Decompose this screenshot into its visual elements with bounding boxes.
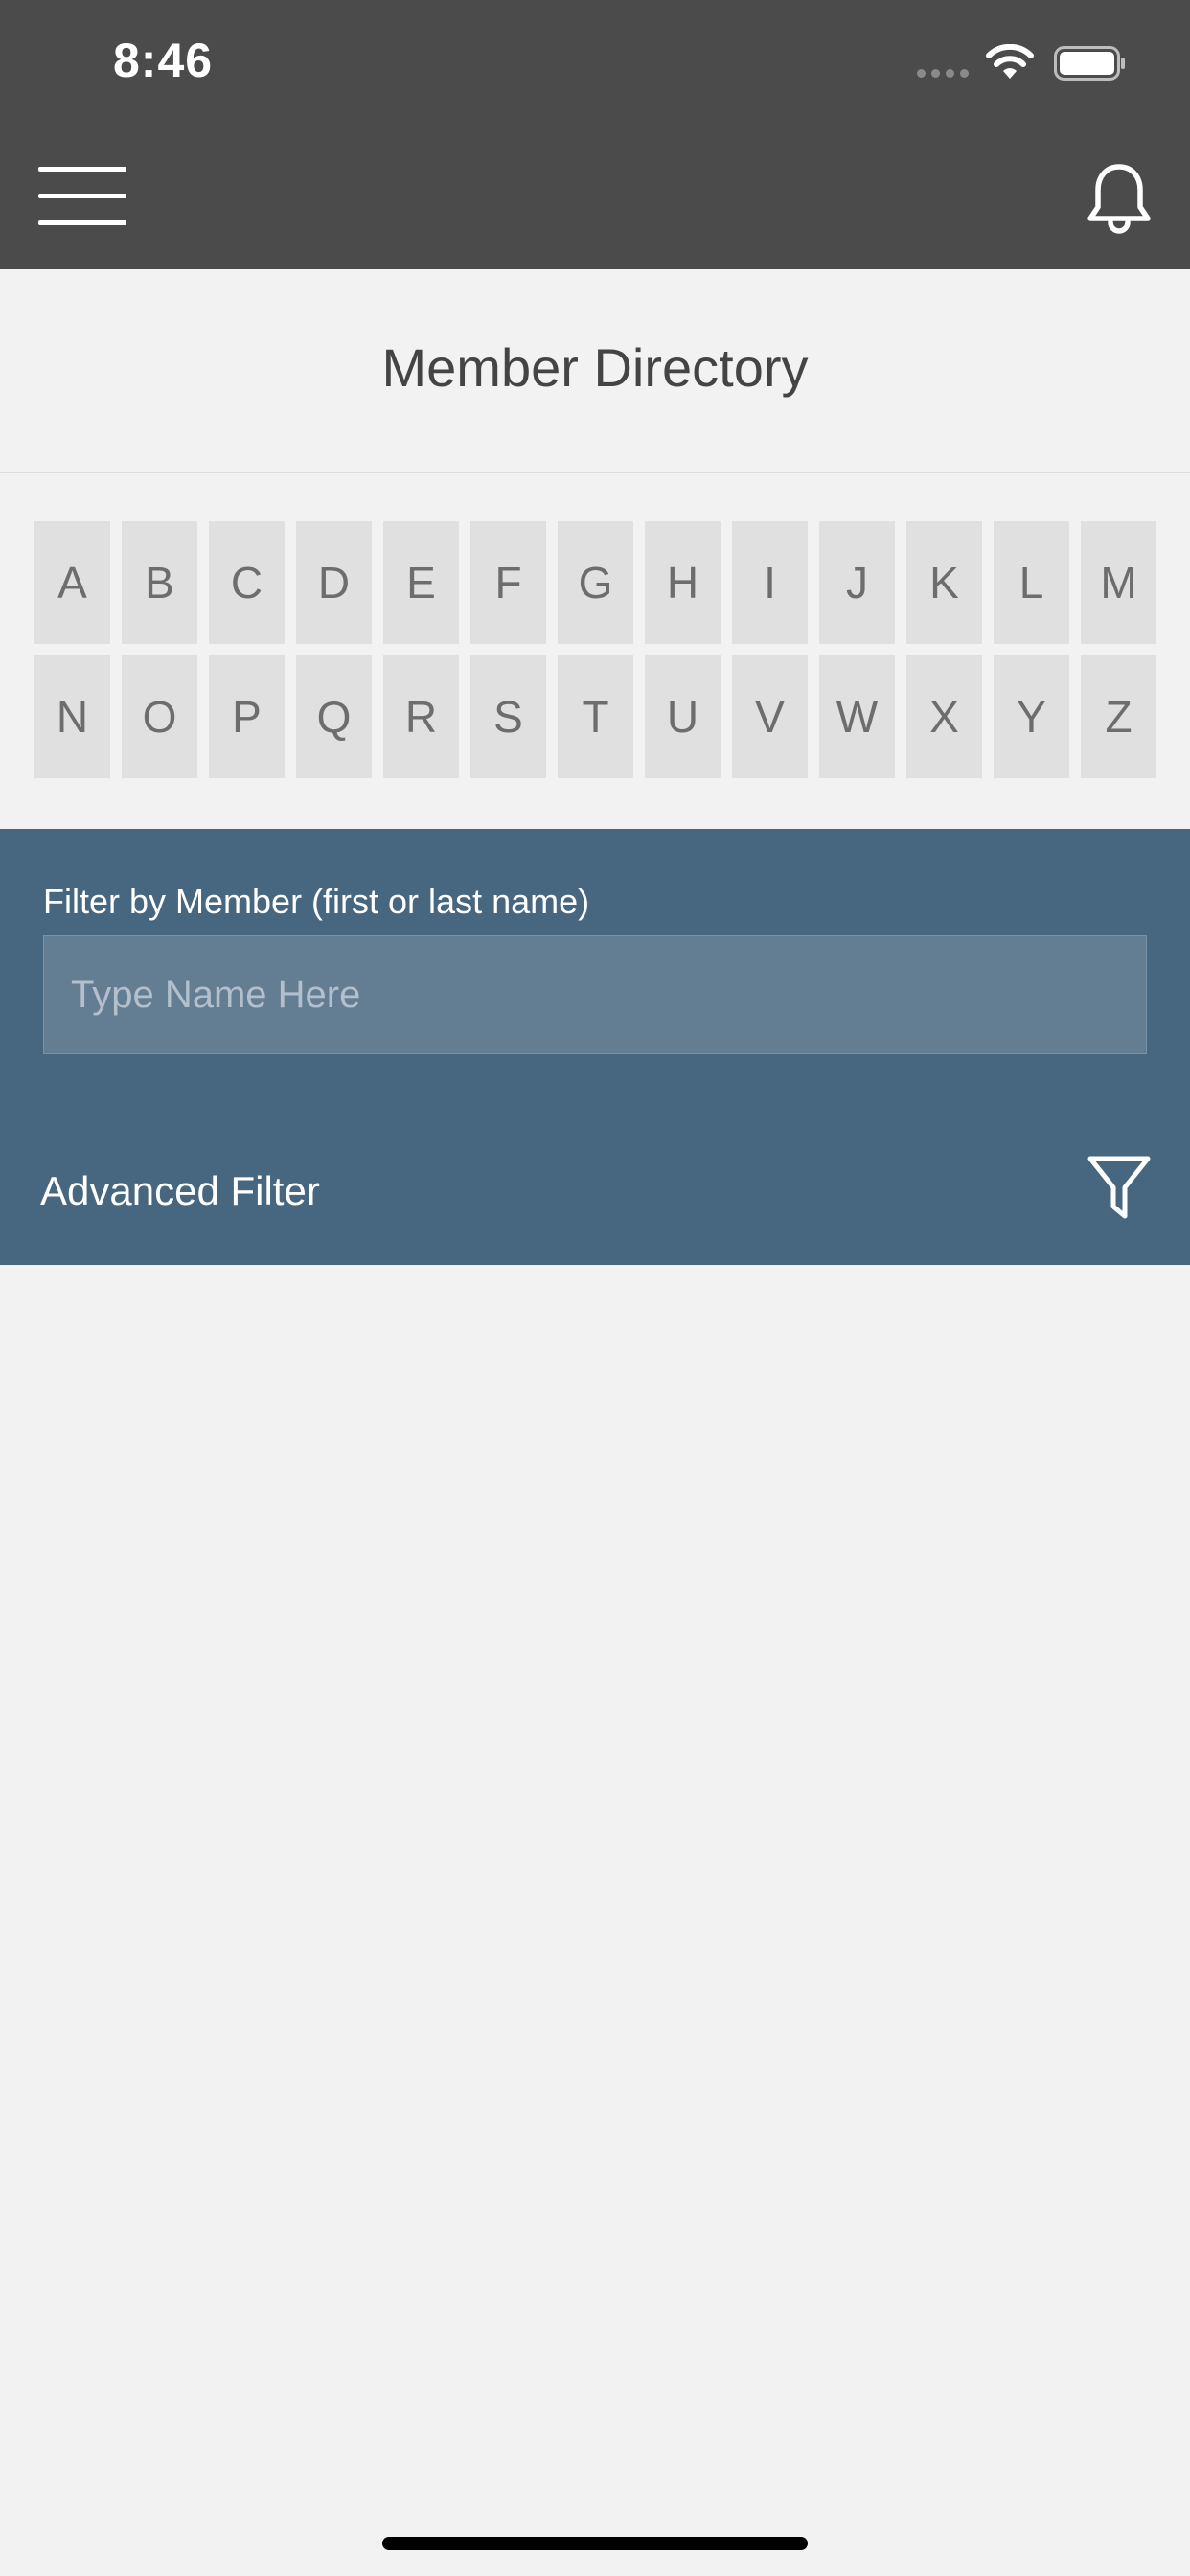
advanced-filter-label: Advanced Filter xyxy=(40,1168,320,1213)
letter-button-t[interactable]: T xyxy=(558,656,633,778)
home-indicator[interactable] xyxy=(382,2537,808,2550)
page-title: Member Directory xyxy=(381,337,809,398)
letter-button-i[interactable]: I xyxy=(732,521,808,644)
letter-button-s[interactable]: S xyxy=(470,656,546,778)
letter-button-j[interactable]: J xyxy=(819,521,895,644)
battery-icon xyxy=(1054,46,1125,80)
advanced-filter-button[interactable]: Advanced Filter xyxy=(0,1155,1190,1265)
letter-button-u[interactable]: U xyxy=(645,656,721,778)
letter-button-m[interactable]: M xyxy=(1081,521,1156,644)
funnel-icon xyxy=(1087,1156,1151,1219)
letter-button-h[interactable]: H xyxy=(645,521,721,644)
app-header: 8:46 xyxy=(0,0,1190,269)
cellular-signal-icon xyxy=(917,69,969,78)
letter-button-f[interactable]: F xyxy=(470,521,546,644)
letter-button-d[interactable]: D xyxy=(296,521,372,644)
menu-button[interactable] xyxy=(38,163,126,230)
title-section: Member Directory xyxy=(0,269,1190,473)
letter-button-g[interactable]: G xyxy=(558,521,633,644)
filter-panel: Filter by Member (first or last name) Ad… xyxy=(0,829,1190,1265)
alphabet-index: ABCDEFGHIJKLM NOPQRSTUVWXYZ xyxy=(34,521,1156,778)
letter-button-l[interactable]: L xyxy=(994,521,1069,644)
filter-label: Filter by Member (first or last name) xyxy=(43,882,590,921)
letter-button-q[interactable]: Q xyxy=(296,656,372,778)
letter-button-o[interactable]: O xyxy=(122,656,197,778)
letter-button-e[interactable]: E xyxy=(383,521,459,644)
letter-button-w[interactable]: W xyxy=(819,656,895,778)
letter-button-a[interactable]: A xyxy=(34,521,110,644)
letter-button-c[interactable]: C xyxy=(209,521,285,644)
letter-button-r[interactable]: R xyxy=(383,656,459,778)
letter-button-v[interactable]: V xyxy=(732,656,808,778)
letter-button-x[interactable]: X xyxy=(906,656,982,778)
letter-button-p[interactable]: P xyxy=(209,656,285,778)
letter-button-y[interactable]: Y xyxy=(994,656,1069,778)
letter-button-b[interactable]: B xyxy=(122,521,197,644)
bell-icon[interactable] xyxy=(1085,161,1154,236)
letter-button-k[interactable]: K xyxy=(906,521,982,644)
member-name-input[interactable] xyxy=(43,935,1147,1054)
status-time: 8:46 xyxy=(113,34,214,87)
letter-button-n[interactable]: N xyxy=(34,656,110,778)
wifi-icon xyxy=(986,44,1034,79)
letter-button-z[interactable]: Z xyxy=(1081,656,1156,778)
